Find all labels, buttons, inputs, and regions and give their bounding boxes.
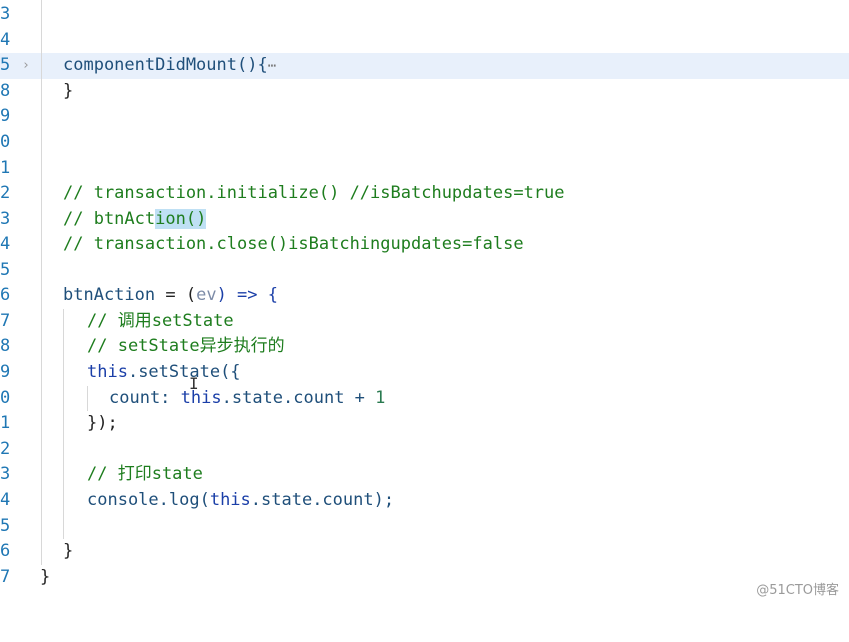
line-number: 4: [0, 30, 11, 50]
code-line[interactable]: 5: [0, 258, 849, 284]
indent-guide: [63, 309, 64, 539]
code-comment: // transaction.initialize() //isBatchupd…: [63, 183, 565, 203]
code-text: this.setState({: [87, 362, 241, 382]
code-line[interactable]: 7 }: [0, 565, 849, 591]
code-text: }: [63, 541, 74, 561]
line-number: 4: [0, 234, 11, 254]
code-comment: // 调用setState: [87, 311, 234, 331]
code-line[interactable]: 2: [0, 437, 849, 463]
line-number: 0: [0, 388, 11, 408]
code-line[interactable]: 3 // 打印state: [0, 462, 849, 488]
code-line[interactable]: 6 btnAction = (ev) => {: [0, 283, 849, 309]
line-number: 7: [0, 311, 11, 331]
code-text: console.log(this.state.count);: [87, 490, 395, 510]
line-number: 6: [0, 541, 11, 561]
code-comment: // btnAction(): [63, 209, 207, 229]
code-text: btnAction = (ev) => {: [63, 285, 278, 305]
line-number: 4: [0, 490, 11, 510]
code-line[interactable]: 4 // transaction.close()isBatchingupdate…: [0, 232, 849, 258]
line-number: 3: [0, 209, 11, 229]
code-line[interactable]: 7 // 调用setState: [0, 309, 849, 335]
line-number: 5: [0, 516, 11, 536]
code-line[interactable]: 9: [0, 104, 849, 130]
line-number: 3: [0, 4, 11, 24]
watermark: @51CTO博客: [756, 583, 839, 598]
code-line[interactable]: 4: [0, 28, 849, 54]
code-line[interactable]: 9 this.setState({: [0, 360, 849, 386]
code-line[interactable]: 5: [0, 514, 849, 540]
code-line[interactable]: 3 // btnAction(): [0, 207, 849, 233]
code-line[interactable]: 0: [0, 130, 849, 156]
line-number: 3: [0, 464, 11, 484]
line-number: 2: [0, 439, 11, 459]
code-line[interactable]: 3: [0, 2, 849, 28]
code-comment: // setState异步执行的: [87, 336, 285, 356]
selection-highlight: ion(): [155, 209, 207, 229]
indent-guide: [41, 0, 42, 565]
line-number: 5: [0, 55, 11, 75]
code-line[interactable]: 8 // setState异步执行的: [0, 334, 849, 360]
line-number: 6: [0, 285, 11, 305]
line-number: 5: [0, 260, 11, 280]
code-text: });: [87, 413, 118, 433]
code-text: componentDidMount(){⋯: [63, 55, 277, 75]
line-number: 9: [0, 106, 11, 126]
code-line[interactable]: 6 }: [0, 539, 849, 565]
line-number: 2: [0, 183, 11, 203]
line-number: 0: [0, 132, 11, 152]
code-line[interactable]: 4 console.log(this.state.count);: [0, 488, 849, 514]
indent-guide: [87, 386, 88, 411]
line-number: 9: [0, 362, 11, 382]
line-number: 7: [0, 567, 11, 587]
code-line[interactable]: 2 // transaction.initialize() //isBatchu…: [0, 181, 849, 207]
line-number: 1: [0, 413, 11, 433]
line-number: 1: [0, 158, 11, 178]
code-line[interactable]: 0 count: this.state.count + 1: [0, 386, 849, 412]
text-cursor-icon: I: [189, 374, 199, 393]
line-number: 8: [0, 336, 11, 356]
code-line-active[interactable]: 5 › componentDidMount(){⋯: [0, 53, 849, 79]
code-line[interactable]: 1: [0, 156, 849, 182]
code-line[interactable]: 1 });: [0, 411, 849, 437]
code-text: count: this.state.count + 1: [109, 388, 386, 408]
line-number: 8: [0, 81, 11, 101]
code-line[interactable]: 8 }: [0, 79, 849, 105]
code-text: }: [63, 81, 74, 101]
folded-ellipsis-icon[interactable]: ⋯: [268, 58, 276, 74]
fold-chevron-icon[interactable]: ›: [22, 53, 30, 79]
code-comment: // 打印state: [87, 464, 203, 484]
code-comment: // transaction.close()isBatchingupdates=…: [63, 234, 524, 254]
code-text: }: [40, 567, 51, 587]
